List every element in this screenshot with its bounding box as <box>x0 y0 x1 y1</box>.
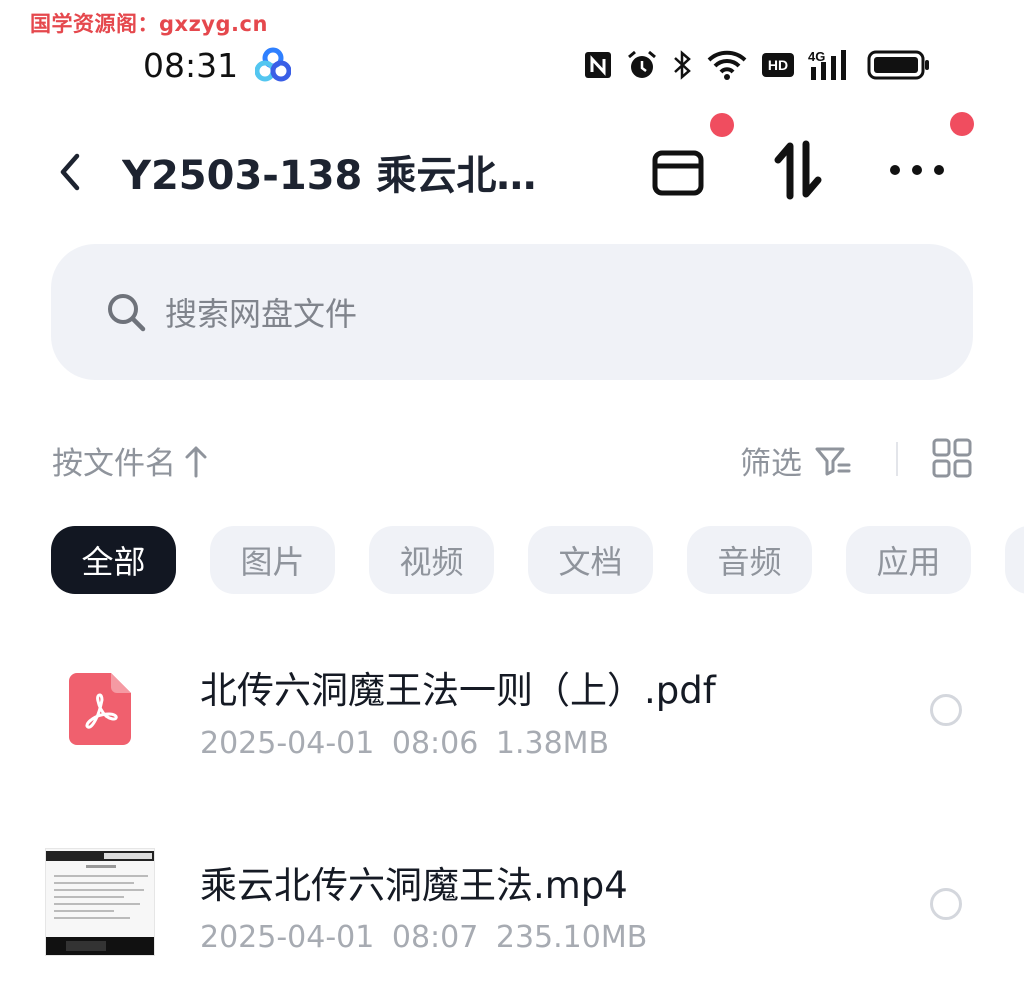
screen: 国学资源阁：gxzyg.cn 08:31 HD 4G Y2503-138 乘云北… <box>0 0 1024 1005</box>
chip-apps[interactable]: 应用 <box>846 526 971 594</box>
category-chips: 全部 图片 视频 文档 音频 应用 <box>51 526 1024 594</box>
back-button[interactable] <box>48 146 92 198</box>
cloud-app-icon <box>255 47 291 82</box>
more-notification-dot <box>950 112 974 136</box>
filter-label: 筛选 <box>740 446 802 482</box>
hd-icon: HD <box>762 53 794 77</box>
search-placeholder: 搜索网盘文件 <box>165 295 358 333</box>
watermark-text: 国学资源阁：gxzyg.cn <box>30 12 268 36</box>
archive-icon <box>652 150 704 196</box>
nfc-icon <box>585 52 611 78</box>
chip-videos[interactable]: 视频 <box>369 526 494 594</box>
file-select-radio[interactable] <box>930 694 962 726</box>
archive-button[interactable] <box>646 140 710 204</box>
filter-button[interactable]: 筛选 <box>740 438 852 483</box>
search-input[interactable]: 搜索网盘文件 <box>51 244 973 380</box>
pdf-file-icon <box>69 673 131 745</box>
more-button[interactable] <box>882 146 952 194</box>
search-icon <box>108 294 146 332</box>
more-dots-icon <box>890 165 944 175</box>
transfer-button[interactable] <box>766 138 830 202</box>
chevron-left-icon <box>60 153 80 191</box>
file-meta: 2025-04-01 08:07 235.10MB <box>200 920 648 955</box>
chip-more[interactable] <box>1005 526 1024 594</box>
toolbar-divider <box>896 442 898 476</box>
chip-audio[interactable]: 音频 <box>687 526 812 594</box>
video-thumbnail-image <box>46 849 154 955</box>
arrow-up-icon <box>185 446 207 477</box>
signal-4g-icon: 4G <box>808 49 846 80</box>
status-icons: HD 4G <box>583 46 931 84</box>
chip-images[interactable]: 图片 <box>210 526 335 594</box>
status-time: 08:31 <box>143 46 239 85</box>
alarm-icon <box>628 50 656 78</box>
file-select-radio[interactable] <box>930 888 962 920</box>
grid-view-icon[interactable] <box>932 438 972 478</box>
filter-icon <box>815 447 851 475</box>
sort-label: 按文件名 <box>52 446 176 482</box>
battery-icon <box>867 50 929 80</box>
svg-text:4G: 4G <box>808 49 825 64</box>
chip-documents[interactable]: 文档 <box>528 526 653 594</box>
file-name: 北传六洞魔王法一则（上）.pdf <box>200 669 716 712</box>
archive-notification-dot <box>710 113 734 137</box>
chip-all[interactable]: 全部 <box>51 526 176 594</box>
battery-level-fill <box>874 57 918 73</box>
file-meta: 2025-04-01 08:06 1.38MB <box>200 726 610 761</box>
transfer-arrows-icon <box>774 140 822 200</box>
video-thumbnail <box>45 848 155 956</box>
sort-by-name-button[interactable]: 按文件名 <box>52 438 208 483</box>
wifi-icon <box>707 50 747 80</box>
file-name: 乘云北传六洞魔王法.mp4 <box>200 864 628 907</box>
page-title: Y2503-138 乘云北… <box>122 153 537 199</box>
bluetooth-icon <box>674 50 691 80</box>
svg-text:HD: HD <box>768 57 788 73</box>
